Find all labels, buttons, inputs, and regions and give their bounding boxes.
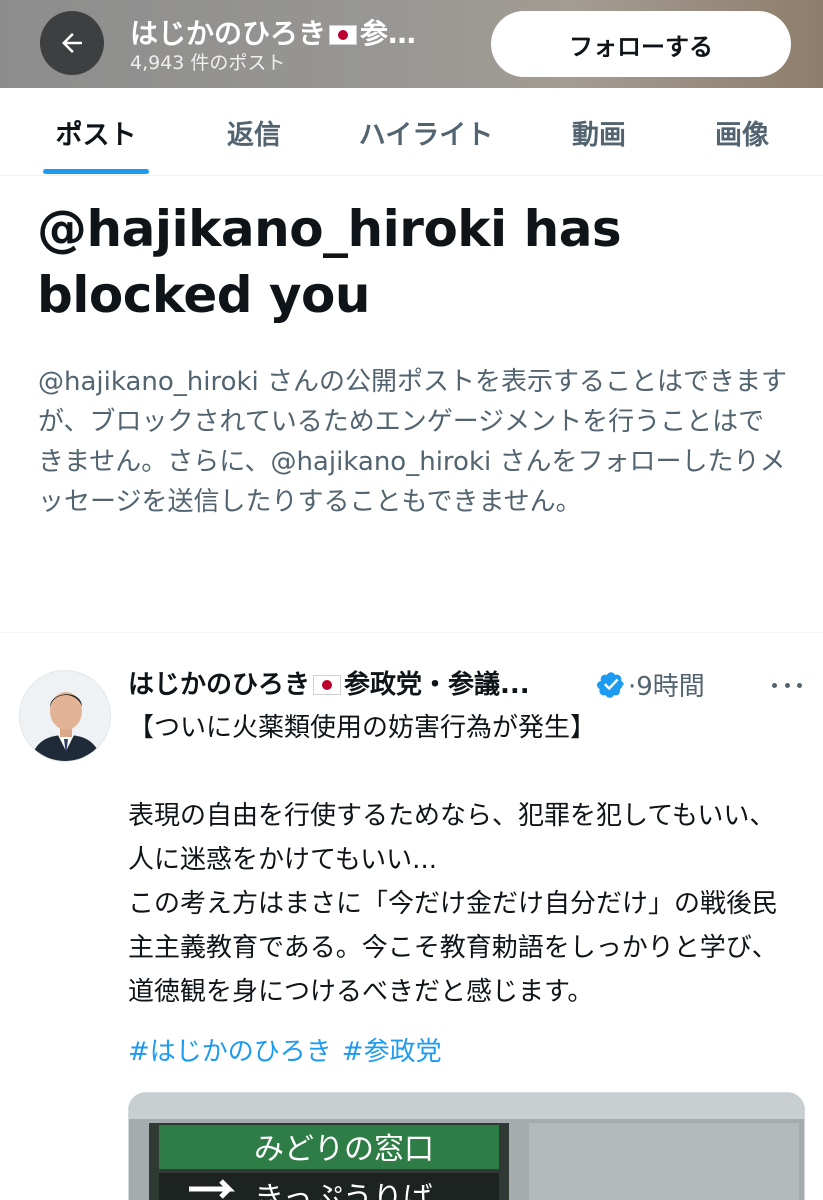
sign-text-bottom: きっぷうりば — [254, 1181, 433, 1200]
header-title-suffix: 参… — [360, 17, 417, 50]
profile-header: はじかのひろき 参… 4,943 件のポスト フォローする — [0, 0, 823, 88]
blocked-title: @hajikano_hiroki has blocked you — [37, 200, 622, 324]
more-horizontal-icon[interactable] — [772, 670, 802, 700]
sign-text-top: みどりの窓口 — [254, 1132, 434, 1167]
post-author[interactable]: はじかのひろき 参政党・参議... — [128, 664, 598, 701]
avatar-portrait — [20, 671, 110, 761]
post-text: 【ついに火薬類使用の妨害行為が発生】 表現の自由を行使するためなら、犯罪を犯して… — [128, 706, 788, 1014]
tab-videos[interactable]: 動画 — [545, 88, 653, 176]
post-line — [128, 750, 788, 794]
post-line: 【ついに火薬類使用の妨害行為が発生】 — [128, 713, 597, 743]
japan-flag-icon — [313, 675, 342, 695]
post-line: 表現の自由を行使するためなら、犯罪を犯してもいい、人に迷惑をかけてもいい... — [128, 801, 776, 875]
post-time[interactable]: ·9時間 — [628, 666, 705, 703]
back-button[interactable] — [40, 11, 104, 75]
post-line: この考え方はまさに「今だけ金だけ自分だけ」の戦後民主主義教育である。今こそ教育勅… — [128, 889, 779, 1007]
post-media-image[interactable]: みどりの窓口 きっぷうりば — [128, 1092, 805, 1200]
japan-flag-icon — [329, 25, 358, 45]
hashtags: #はじかのひろき #参政党 — [128, 1030, 452, 1074]
tab-images[interactable]: 画像 — [688, 88, 796, 176]
avatar[interactable] — [19, 670, 111, 762]
header-title-name: はじかのひろき — [130, 17, 327, 50]
tab-highlights[interactable]: ハイライト — [338, 88, 514, 176]
blocked-description: @hajikano_hiroki さんの公開ポストを表示することはできますが、ブ… — [38, 367, 788, 517]
post-author-name: はじかのひろき — [128, 670, 311, 700]
post-time-value: 9時間 — [636, 672, 705, 702]
tab-posts[interactable]: ポスト — [35, 88, 157, 176]
verified-badge-icon — [596, 672, 624, 698]
post-author-suffix: 参政党・参議... — [344, 670, 530, 700]
header-title: はじかのひろき 参… — [130, 12, 470, 52]
profile-tabs: ポスト 返信 ハイライト 動画 画像 — [0, 88, 823, 176]
station-sign-photo: みどりの窓口 きっぷうりば — [129, 1093, 804, 1200]
tab-active-indicator — [43, 169, 149, 174]
hashtag-link[interactable]: #はじかのひろき — [128, 1037, 332, 1067]
hashtag-link[interactable]: #参政党 — [342, 1037, 442, 1067]
arrow-left-icon — [62, 33, 82, 53]
divider — [0, 632, 823, 633]
post-count: 4,943 件のポスト — [130, 52, 286, 74]
follow-button[interactable]: フォローする — [491, 11, 791, 77]
tab-replies[interactable]: 返信 — [200, 88, 308, 176]
